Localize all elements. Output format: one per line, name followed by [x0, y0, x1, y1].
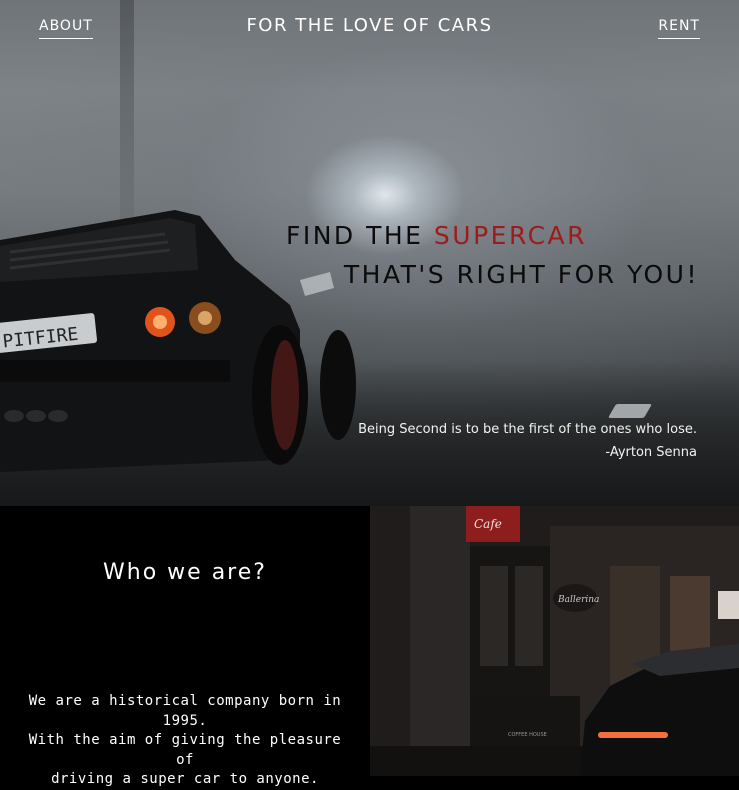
headline-line2: THAT'S RIGHT FOR YOU! [343, 260, 699, 289]
about-section: Who we are? We are a historical company … [0, 506, 739, 787]
about-line: With the aim of giving the pleasure of [28, 732, 342, 768]
cafe-sign-text: Cafe [474, 517, 502, 531]
quote-text: Being Second is to be the first of the o… [358, 422, 697, 437]
nav-rent-link[interactable]: RENT [658, 18, 700, 39]
headline-accent: SUPERCAR [433, 221, 587, 250]
quote-author: -Ayrton Senna [605, 445, 697, 460]
about-panel: Who we are? We are a historical company … [0, 506, 370, 787]
hero-headline: FIND THE SUPERCAR THAT'S RIGHT FOR YOU! [286, 216, 699, 294]
shop-sign-text: Ballerina [557, 595, 599, 605]
headline-prefix: FIND THE [285, 221, 434, 250]
street-scene-image: Cafe Ballerina COFFEE HOUSE [370, 506, 739, 776]
about-line: driving a super car to anyone. [51, 771, 319, 787]
street-pole [120, 0, 134, 240]
street-photo: Cafe Ballerina COFFEE HOUSE [370, 506, 739, 776]
hero-section: PITFIRE ABOUT FOR THE LOVE OF CARS RENT … [0, 0, 739, 506]
site-title: FOR THE LOVE OF CARS [246, 15, 493, 36]
headline-line1: FIND THE SUPERCAR [286, 216, 587, 255]
about-line: 1995. [162, 712, 208, 729]
about-description: We are a historical company born in 1995… [20, 692, 350, 790]
about-title: Who we are? [103, 560, 267, 585]
awning-text: COFFEE HOUSE [508, 732, 547, 738]
hero-quote: Being Second is to be the first of the o… [358, 418, 697, 464]
about-line: We are a historical company born in [28, 693, 342, 709]
